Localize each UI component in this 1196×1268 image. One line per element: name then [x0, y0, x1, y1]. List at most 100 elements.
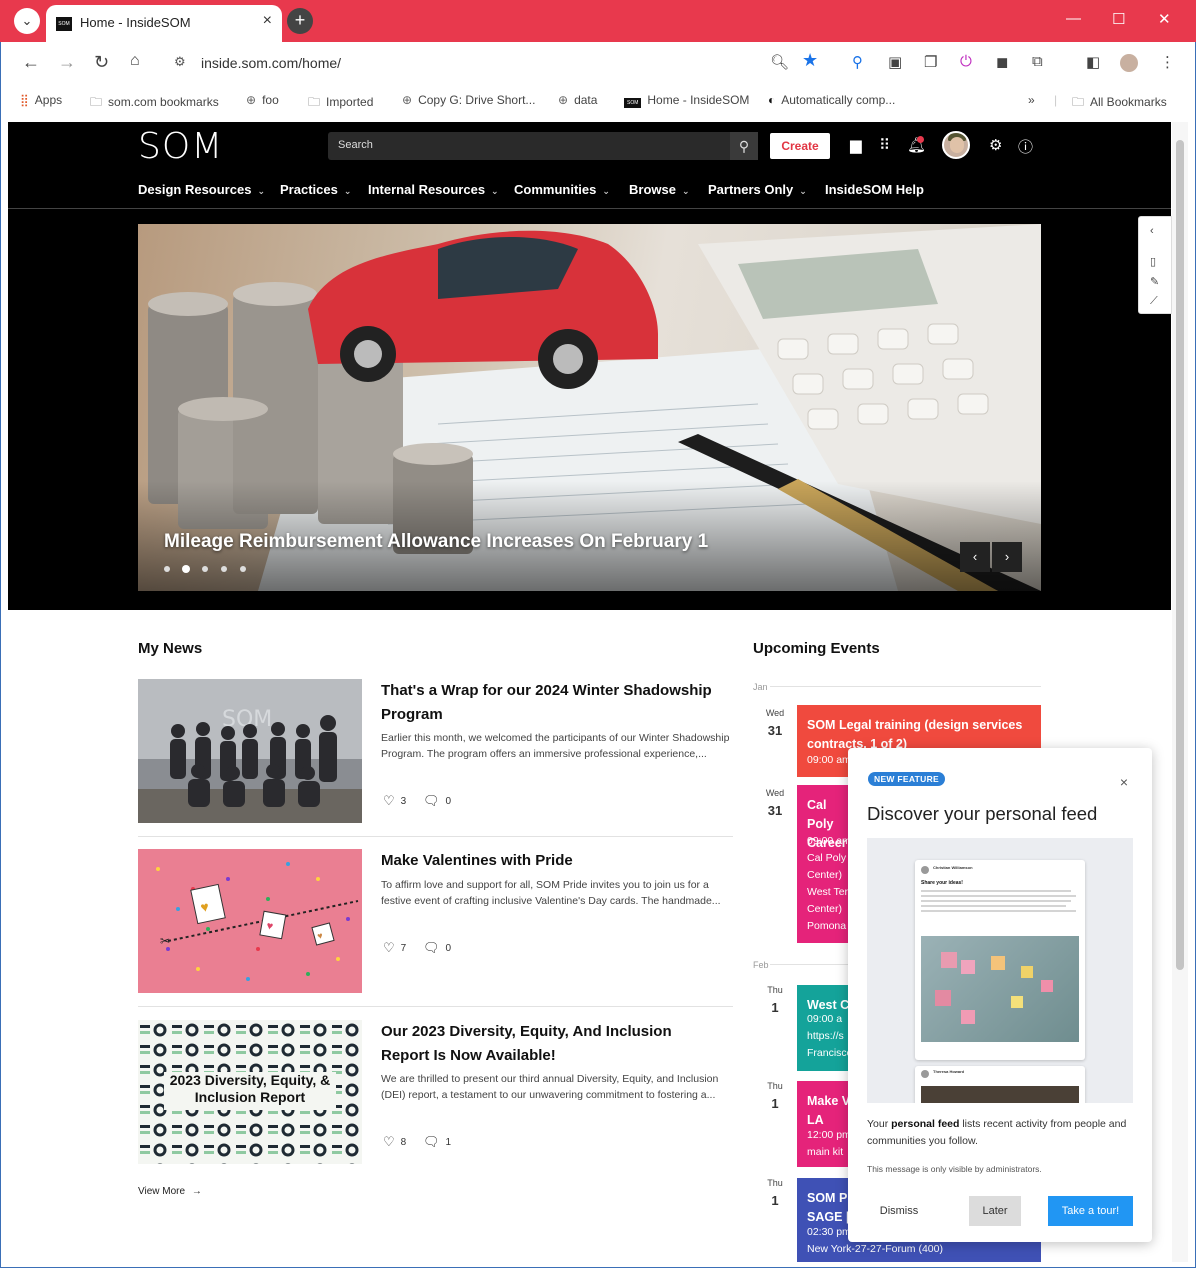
minimize-icon[interactable]: —: [1066, 10, 1081, 27]
search-placeholder: Search: [338, 139, 373, 151]
reload-icon[interactable]: ↻: [94, 52, 109, 73]
analytics-icon[interactable]: ⟋: [1150, 295, 1158, 308]
take-a-tour-button[interactable]: Take a tour!: [1048, 1196, 1133, 1226]
help-icon[interactable]: ⓘ: [1018, 136, 1033, 157]
carousel-dot-active[interactable]: [183, 566, 189, 572]
close-window-icon[interactable]: ✕: [1158, 10, 1171, 28]
collapse-chevron-icon[interactable]: ‹: [1150, 225, 1154, 237]
carousel-dot[interactable]: [221, 566, 227, 572]
home-icon[interactable]: ⌂: [130, 52, 140, 70]
event-detail: Francisco: [807, 1047, 853, 1059]
bookmark-star-icon[interactable]: ★: [802, 50, 818, 71]
comment-icon[interactable]: 🗨︎: [423, 1134, 440, 1149]
carousel-next-button[interactable]: ›: [992, 542, 1022, 572]
event-detail: 12:00 pm: [807, 1129, 851, 1141]
event-weekday: Wed: [765, 708, 785, 718]
carousel-dot[interactable]: [164, 566, 170, 572]
chevron-right-icon: ›: [1004, 549, 1010, 564]
bookmark-apps[interactable]: ⣿ Apps: [20, 93, 62, 107]
view-more-link[interactable]: View More →: [138, 1186, 202, 1197]
nav-insidesom-help[interactable]: InsideSOM Help: [825, 182, 924, 197]
close-icon[interactable]: ×: [1120, 774, 1128, 790]
globe-icon: ⊕: [558, 93, 569, 107]
nav-design-resources[interactable]: Design Resources ⌄: [138, 182, 265, 197]
hero-carousel[interactable]: Mileage Reimbursement Allowance Increase…: [138, 224, 1041, 591]
profile-avatar[interactable]: [1120, 54, 1138, 72]
bookmark-imported[interactable]: 🗀 Imported: [308, 93, 373, 114]
nav-communities[interactable]: Communities ⌄: [514, 182, 610, 197]
news-title[interactable]: That's a Wrap for our 2024 Winter Shadow…: [381, 679, 721, 727]
heart-icon[interactable]: ♡: [383, 793, 395, 808]
chevron-down-icon: ⌄: [681, 186, 690, 196]
folder-icon: 🗀: [308, 95, 321, 109]
later-button[interactable]: Later: [969, 1196, 1021, 1226]
bookmark-data[interactable]: ⊕ data: [558, 93, 597, 107]
news-thumbnail-valentines[interactable]: ✂ ♥ ♥ ♥: [138, 849, 362, 993]
page-scrollbar[interactable]: [1172, 122, 1188, 1262]
close-tab-icon[interactable]: ×: [263, 12, 272, 30]
bookmark-som-folder[interactable]: 🗀 som.com bookmarks: [90, 93, 219, 114]
news-thumbnail-shadowship[interactable]: SOM: [138, 679, 362, 823]
news-thumbnail-dei-report[interactable]: 2023 Diversity, Equity, & Inclusion Repo…: [138, 1020, 362, 1164]
carousel-prev-button[interactable]: ‹: [960, 542, 990, 572]
scrollbar-thumb[interactable]: [1176, 140, 1184, 970]
valentines-illustration: ✂ ♥ ♥ ♥: [156, 862, 359, 981]
news-title[interactable]: Our 2023 Diversity, Equity, And Inclusio…: [381, 1020, 721, 1068]
svg-text:✂: ✂: [160, 934, 170, 948]
bookmark-automatically[interactable]: ◐ Automatically comp...: [768, 93, 895, 107]
news-title[interactable]: Make Valentines with Pride: [381, 849, 721, 873]
user-avatar[interactable]: [942, 131, 970, 159]
bookmark-icon[interactable]: ▯: [1150, 255, 1156, 268]
nav-internal-resources[interactable]: Internal Resources ⌄: [368, 182, 499, 197]
som-logo[interactable]: SOM: [138, 126, 223, 167]
gear-icon[interactable]: ⚙: [989, 136, 1002, 154]
bookmarks-bar: ⣿ Apps 🗀 som.com bookmarks ⊕ foo 🗀 Imported …: [8, 84, 1188, 120]
create-button[interactable]: Create: [770, 133, 830, 159]
search-icon[interactable]: ⚲: [730, 132, 758, 160]
carousel-dot[interactable]: [240, 566, 246, 572]
more-bookmarks-icon[interactable]: »: [1028, 93, 1035, 107]
extensions-puzzle-icon[interactable]: ⧉: [1032, 53, 1043, 70]
forward-icon[interactable]: →: [58, 52, 76, 73]
chevron-down-icon: ⌄: [602, 186, 610, 196]
new-tab-button[interactable]: +: [287, 8, 313, 34]
group-photo: [170, 715, 337, 807]
zoom-icon[interactable]: 🔍︎: [770, 53, 789, 71]
all-bookmarks[interactable]: 🗀 All Bookmarks: [1072, 93, 1167, 114]
maximize-icon[interactable]: ☐: [1112, 10, 1125, 28]
pencil-icon[interactable]: ✎: [1150, 275, 1159, 288]
nav-browse[interactable]: Browse ⌄: [629, 182, 690, 197]
site-header: SOM Search ⚲ Create ▆ ⠿ 🔔︎ ⚙ ⓘ Design Re…: [8, 122, 1171, 208]
power-extension-icon[interactable]: ⏻: [960, 53, 972, 70]
month-divider: [770, 686, 1041, 687]
comment-icon[interactable]: 🗨︎: [423, 940, 440, 955]
site-info-icon[interactable]: ⚙: [174, 54, 186, 70]
dismiss-button[interactable]: Dismiss: [867, 1196, 931, 1226]
site-search-input[interactable]: Search ⚲: [328, 132, 758, 160]
tab-search-button[interactable]: ⌄: [14, 8, 40, 34]
heart-icon[interactable]: ♡: [383, 1134, 395, 1149]
tabs-extension-icon[interactable]: ❐: [924, 53, 937, 71]
briefcase-icon[interactable]: ▆: [850, 136, 862, 154]
browser-tab[interactable]: SOM Home - InsideSOM ×: [46, 5, 282, 42]
apps-grid-icon[interactable]: ⠿: [879, 136, 890, 154]
b-extension-icon[interactable]: ◼: [996, 53, 1008, 71]
paperclip-extension-icon[interactable]: ⚲: [852, 53, 863, 71]
carousel-dot[interactable]: [202, 566, 208, 572]
chevron-down-icon: ⌄: [343, 186, 352, 196]
address-bar[interactable]: inside.som.com/home/: [201, 55, 341, 71]
bookmark-copy-g-drive[interactable]: ⊕ Copy G: Drive Short...: [402, 93, 535, 107]
bookmark-home-insidesom[interactable]: SOM Home - InsideSOM: [624, 93, 749, 108]
side-panel-icon[interactable]: ◧: [1086, 53, 1100, 71]
bookmark-foo[interactable]: ⊕ foo: [246, 93, 279, 107]
back-icon[interactable]: ←: [22, 52, 40, 73]
password-extension-icon[interactable]: ▣: [888, 53, 902, 71]
news-divider: [138, 836, 733, 837]
nav-partners-only[interactable]: Partners Only ⌄: [708, 182, 807, 197]
comment-icon[interactable]: 🗨︎: [423, 793, 440, 808]
news-excerpt: Earlier this month, we welcomed the part…: [381, 732, 730, 760]
hero-title[interactable]: Mileage Reimbursement Allowance Increase…: [164, 531, 708, 553]
nav-practices[interactable]: Practices ⌄: [280, 182, 351, 197]
menu-kebab-icon[interactable]: ⋮: [1160, 53, 1175, 71]
heart-icon[interactable]: ♡: [383, 940, 395, 955]
